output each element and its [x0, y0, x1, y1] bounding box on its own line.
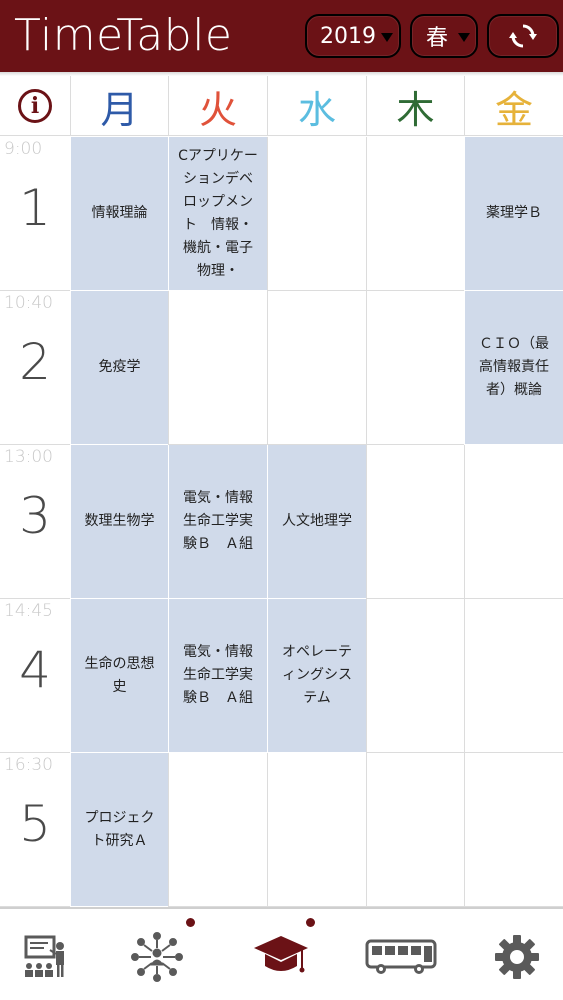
year-select[interactable]: 2019: [305, 14, 401, 58]
bus-icon: [365, 939, 437, 974]
nav-settings[interactable]: [482, 927, 552, 987]
timetable-grid: 9:00 1 情報理論 Cアプリケーションデベロップメント 情報・機航・電子物理…: [0, 137, 563, 907]
year-value: 2019: [320, 23, 376, 49]
notification-dot: [306, 918, 315, 927]
day-label: 水: [297, 87, 336, 132]
class-slot[interactable]: [464, 599, 563, 753]
class-slot[interactable]: [366, 291, 464, 445]
class-slot[interactable]: [267, 291, 366, 445]
notification-dot: [186, 918, 195, 927]
class-slot[interactable]: 免疫学: [70, 291, 168, 445]
period-time: 13:00: [4, 447, 53, 467]
nav-lecture[interactable]: [10, 927, 80, 987]
class-slot[interactable]: オペレーティングシステム: [267, 599, 366, 753]
chevron-down-icon: [381, 33, 393, 42]
day-mon: 月: [70, 76, 168, 136]
class-slot[interactable]: プロジェクト研究Ａ: [70, 753, 168, 907]
period-number: 4: [19, 641, 51, 699]
class-slot[interactable]: [267, 137, 366, 291]
bottom-nav: [0, 907, 563, 1000]
class-slot[interactable]: 電気・情報生命工学実験Ｂ Ａ組: [168, 599, 267, 753]
class-slot[interactable]: ＣＩＯ（最高情報責任者）概論: [464, 291, 563, 445]
app-title: TimeTable: [14, 10, 233, 61]
day-label: 木: [396, 87, 435, 132]
period-4: 14:45 4: [0, 599, 70, 753]
app-header: TimeTable 2019 春: [0, 0, 563, 72]
term-value: 春: [425, 26, 448, 51]
period-number: 5: [19, 795, 51, 853]
period-time: 9:00: [4, 139, 43, 159]
class-slot[interactable]: 人文地理学: [267, 445, 366, 599]
day-label: 月: [100, 87, 139, 132]
class-slot[interactable]: [366, 599, 464, 753]
period-2: 10:40 2: [0, 291, 70, 445]
refresh-icon: [509, 24, 537, 48]
class-slot[interactable]: 生命の思想史: [70, 599, 168, 753]
day-thu: 木: [366, 76, 464, 136]
gear-icon: [495, 935, 539, 979]
day-tue: 火: [168, 76, 267, 136]
class-slot[interactable]: Cアプリケーションデベロップメント 情報・機航・電子物理・: [168, 137, 267, 291]
class-slot[interactable]: [464, 445, 563, 599]
class-slot[interactable]: [267, 753, 366, 907]
info-icon: i: [18, 89, 52, 123]
graduation-cap-icon: [254, 936, 308, 973]
lecture-icon: [24, 935, 64, 977]
class-slot[interactable]: [366, 445, 464, 599]
chevron-down-icon: [458, 33, 470, 42]
term-select[interactable]: 春: [410, 14, 478, 58]
class-slot[interactable]: [168, 291, 267, 445]
period-1: 9:00 1: [0, 137, 70, 291]
community-icon: [131, 932, 183, 982]
class-slot[interactable]: 薬理学Ｂ: [464, 137, 563, 291]
day-label: 金: [494, 87, 533, 132]
day-wed: 水: [267, 76, 366, 136]
period-3: 13:00 3: [0, 445, 70, 599]
period-number: 1: [19, 179, 51, 237]
period-5: 16:30 5: [0, 753, 70, 907]
day-label: 火: [198, 87, 237, 132]
refresh-button[interactable]: [487, 14, 559, 58]
nav-community[interactable]: [122, 927, 192, 987]
nav-courses[interactable]: [246, 927, 316, 987]
period-number: 2: [19, 333, 51, 391]
class-slot[interactable]: [366, 753, 464, 907]
period-time: 14:45: [4, 601, 53, 621]
period-number: 3: [19, 487, 51, 545]
class-slot[interactable]: 情報理論: [70, 137, 168, 291]
nav-bus[interactable]: [364, 927, 440, 987]
class-slot[interactable]: [464, 753, 563, 907]
day-fri: 金: [464, 76, 563, 136]
class-slot[interactable]: [366, 137, 464, 291]
day-header-row: i 月 火 水 木 金: [0, 76, 563, 136]
class-slot[interactable]: [168, 753, 267, 907]
period-time: 16:30: [4, 755, 53, 775]
period-time: 10:40: [4, 293, 53, 313]
info-button[interactable]: i: [0, 76, 70, 136]
class-slot[interactable]: 数理生物学: [70, 445, 168, 599]
class-slot[interactable]: 電気・情報生命工学実験Ｂ Ａ組: [168, 445, 267, 599]
